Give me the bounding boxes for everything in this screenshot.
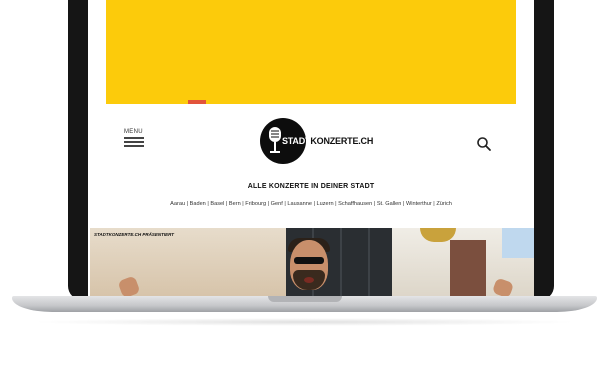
door-panel-line	[340, 228, 342, 296]
page-headline: ALLE KONZERTE IN DEINER STADT	[247, 183, 375, 190]
sunglasses-icon	[294, 257, 324, 264]
city-links[interactable]: Aarau | Baden | Basel | Bern | Fribourg …	[88, 201, 534, 207]
photo-caption: STADTKONZERTE.CH PRÄSENTIERT	[94, 232, 175, 237]
logo-wordmark: STADTKONZERTE.CH	[282, 134, 373, 148]
hero-banner	[106, 0, 516, 104]
laptop-shadow	[30, 318, 579, 326]
photo-sign	[450, 240, 486, 296]
menu-label: MENU	[124, 129, 143, 135]
person-mouth	[304, 277, 314, 283]
feature-photo[interactable]: STADTKONZERTE.CH PRÄSENTIERT	[90, 228, 534, 296]
laptop-notch	[268, 296, 342, 302]
microphone-icon	[269, 127, 281, 153]
hamburger-icon	[124, 137, 146, 147]
logo-text-stadt: STADT	[282, 136, 311, 146]
laptop-screen: MENU STADTKONZERTE.CH ALLE KONZERTE IN D…	[88, 0, 534, 296]
laptop-mockup: MENU STADTKONZERTE.CH ALLE KONZERTE IN D…	[0, 0, 609, 386]
search-icon[interactable]	[476, 136, 492, 152]
logo-text-konzerte: KONZERTE.CH	[310, 136, 374, 146]
menu-button[interactable]: MENU	[124, 129, 146, 149]
site-logo[interactable]: STADTKONZERTE.CH	[260, 118, 373, 166]
door-panel-line	[368, 228, 370, 296]
photo-sky	[502, 228, 534, 258]
banner-accent	[188, 100, 206, 104]
